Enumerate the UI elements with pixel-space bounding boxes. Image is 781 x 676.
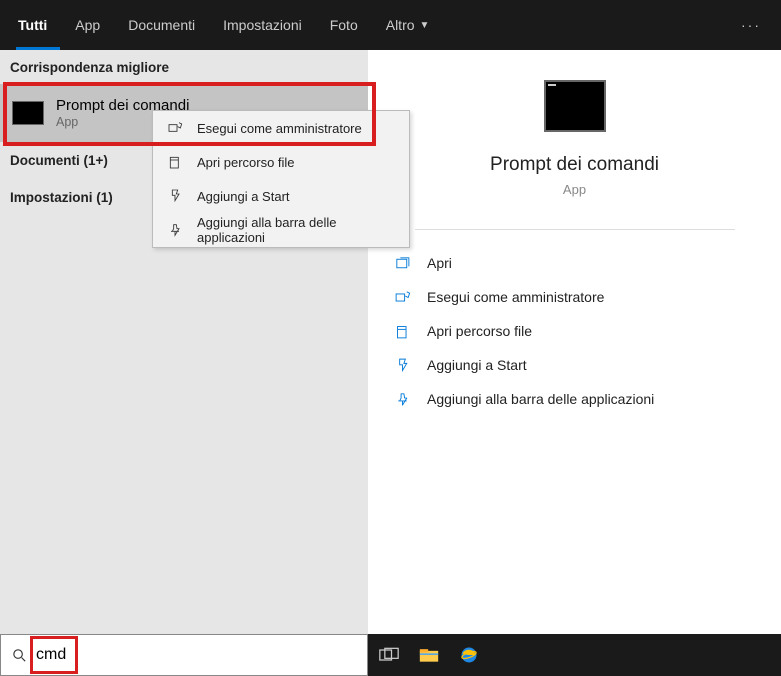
search-icon <box>11 647 28 664</box>
ctx-pin-start-label: Aggiungi a Start <box>197 189 290 204</box>
cmd-app-large-icon <box>544 80 606 132</box>
details-title: Prompt dei comandi <box>490 154 659 176</box>
action-open-location[interactable]: Apri percorso file <box>394 314 781 348</box>
details-subtitle: App <box>563 182 586 197</box>
action-pin-start-label: Aggiungi a Start <box>427 357 527 373</box>
tab-more[interactable]: Altro ▼ <box>372 0 444 50</box>
action-pin-taskbar-label: Aggiungi alla barra delle applicazioni <box>427 391 654 407</box>
internet-explorer-button[interactable] <box>458 644 480 666</box>
best-match-header: Corrispondenza migliore <box>0 50 368 84</box>
more-options-button[interactable]: ··· <box>741 17 761 33</box>
ctx-pin-taskbar[interactable]: Aggiungi alla barra delle applicazioni <box>153 213 409 247</box>
ctx-pin-start[interactable]: Aggiungi a Start <box>153 179 409 213</box>
tab-documents[interactable]: Documenti <box>114 0 209 50</box>
file-explorer-button[interactable] <box>418 644 440 666</box>
pin-taskbar-icon <box>167 222 183 238</box>
search-input[interactable] <box>36 646 357 664</box>
folder-open-icon <box>394 323 411 340</box>
action-open-location-label: Apri percorso file <box>427 323 532 339</box>
tab-settings[interactable]: Impostazioni <box>209 0 316 50</box>
action-pin-taskbar[interactable]: Aggiungi alla barra delle applicazioni <box>394 382 781 416</box>
shield-run-icon <box>167 120 183 136</box>
shield-run-icon <box>394 289 411 306</box>
action-run-admin-label: Esegui come amministratore <box>427 289 604 305</box>
action-pin-start[interactable]: Aggiungi a Start <box>394 348 781 382</box>
ctx-run-admin[interactable]: Esegui come amministratore <box>153 111 409 145</box>
action-run-admin[interactable]: Esegui come amministratore <box>394 280 781 314</box>
context-menu: Esegui come amministratore Apri percorso… <box>152 110 410 248</box>
folder-open-icon <box>167 154 183 170</box>
search-tabs-bar: Tutti App Documenti Impostazioni Foto Al… <box>0 0 781 50</box>
chevron-down-icon: ▼ <box>420 20 430 31</box>
folder-icon <box>419 647 439 663</box>
details-panel: Prompt dei comandi App Apri Esegui come … <box>368 50 781 634</box>
search-box[interactable] <box>0 634 368 676</box>
ctx-run-admin-label: Esegui come amministratore <box>197 121 362 136</box>
pin-taskbar-icon <box>394 391 411 408</box>
action-open-label: Apri <box>427 255 452 271</box>
ctx-open-location[interactable]: Apri percorso file <box>153 145 409 179</box>
open-icon <box>394 255 411 272</box>
tab-all[interactable]: Tutti <box>4 0 61 50</box>
taskbar <box>0 634 781 676</box>
tab-more-label: Altro <box>386 17 415 33</box>
tab-photos[interactable]: Foto <box>316 0 372 50</box>
task-view-icon <box>379 647 399 663</box>
pin-start-icon <box>167 188 183 204</box>
cmd-app-icon <box>12 101 44 125</box>
action-open[interactable]: Apri <box>394 246 781 280</box>
ctx-open-location-label: Apri percorso file <box>197 155 295 170</box>
ie-icon <box>459 645 479 665</box>
taskbar-tray <box>368 634 781 676</box>
ctx-pin-taskbar-label: Aggiungi alla barra delle applicazioni <box>197 215 395 245</box>
task-view-button[interactable] <box>378 644 400 666</box>
details-actions: Apri Esegui come amministratore Apri per… <box>368 230 781 416</box>
pin-start-icon <box>394 357 411 374</box>
tab-apps[interactable]: App <box>61 0 114 50</box>
